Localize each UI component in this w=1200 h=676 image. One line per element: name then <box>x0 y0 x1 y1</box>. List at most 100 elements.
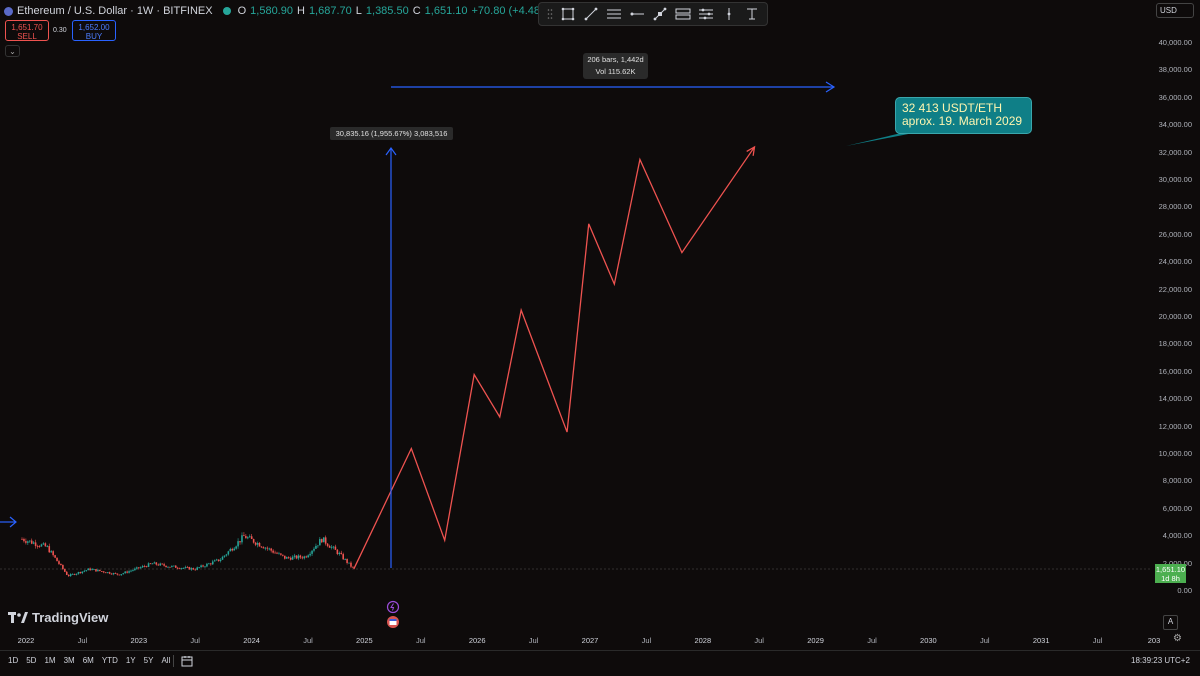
ohlc-open-value: 1,580.90 <box>250 5 293 17</box>
buy-button[interactable]: 1,652.00 BUY <box>72 20 116 41</box>
candle-body <box>284 556 286 559</box>
candle <box>179 568 181 570</box>
candle <box>305 556 307 559</box>
timeframe-3m[interactable]: 3M <box>64 656 75 665</box>
grip-icon[interactable] <box>547 6 553 22</box>
time-axis-tick: 2025 <box>356 636 373 645</box>
trend-line-icon[interactable] <box>583 6 599 22</box>
candle <box>165 565 167 567</box>
time-axis-tick: 2031 <box>1033 636 1050 645</box>
candle <box>187 566 189 568</box>
candle-body <box>210 563 212 564</box>
candle-body <box>243 535 245 536</box>
time-axis-tick: Jul <box>78 636 88 645</box>
timeframe-1m[interactable]: 1M <box>44 656 55 665</box>
ohlc-open-key: O <box>238 5 247 17</box>
candle <box>350 561 352 568</box>
candle <box>113 573 115 575</box>
horizontal-ray-icon[interactable] <box>629 6 645 22</box>
vertical-line-icon[interactable] <box>721 6 737 22</box>
candle <box>37 545 39 549</box>
candle-body <box>235 546 237 548</box>
candle <box>115 572 117 573</box>
candle-body <box>47 546 49 547</box>
sell-button[interactable]: 1,651.70 SELL <box>5 20 49 41</box>
date-range-bars: 206 bars, 1,442d <box>583 54 648 66</box>
candle-body <box>33 542 35 543</box>
candle-body <box>66 572 68 575</box>
candle-body <box>43 543 45 544</box>
candle-body <box>352 567 354 568</box>
candle <box>126 571 128 574</box>
ohlc-low-key: L <box>356 5 362 17</box>
info-line-icon[interactable] <box>652 6 668 22</box>
timeframe-5d[interactable]: 5D <box>26 656 36 665</box>
candle-body <box>315 546 317 549</box>
candle-body <box>200 565 202 567</box>
price-axis-tick: 38,000.00 <box>1159 65 1192 74</box>
timeframe-1y[interactable]: 1Y <box>126 656 136 665</box>
candle <box>50 550 52 553</box>
candle-body <box>294 556 296 557</box>
timeframe-ytd[interactable]: YTD <box>102 656 118 665</box>
ohlc-close-value: 1,651.10 <box>425 5 468 17</box>
candle-body <box>37 546 39 547</box>
timeframe-5y[interactable]: 5Y <box>144 656 154 665</box>
candle <box>120 574 122 576</box>
candle <box>325 536 327 546</box>
price-axis-tick: 26,000.00 <box>1159 230 1192 239</box>
gear-icon[interactable]: ⚙ <box>1173 633 1182 644</box>
candle-body <box>122 573 124 574</box>
auto-scale-button[interactable]: A <box>1163 615 1178 630</box>
timeframe-1d[interactable]: 1D <box>8 656 18 665</box>
candle <box>288 556 290 559</box>
candle-body <box>337 550 339 554</box>
price-range-icon[interactable] <box>675 6 691 22</box>
timeframe-6m[interactable]: 6M <box>83 656 94 665</box>
currency-selector[interactable]: USD <box>1156 3 1194 18</box>
date-price-range-icon[interactable] <box>698 6 714 22</box>
candle <box>210 563 212 566</box>
tradingview-logo[interactable]: TradingView <box>8 610 108 625</box>
rectangle-icon[interactable] <box>560 6 576 22</box>
candle <box>132 570 134 572</box>
target-callout[interactable]: 32 413 USDT/ETH aprox. 19. March 2029 <box>895 97 1032 134</box>
candle <box>270 548 272 553</box>
candle-body <box>35 542 37 546</box>
candle-body <box>228 551 230 554</box>
candle <box>216 559 218 561</box>
text-cursor-icon[interactable] <box>744 6 760 22</box>
calendar-icon[interactable] <box>181 655 193 670</box>
candle-body <box>212 561 214 564</box>
candle <box>284 556 286 560</box>
collapse-legend-button[interactable]: ⌄ <box>5 45 20 57</box>
candle <box>189 567 191 570</box>
parallel-channel-icon[interactable] <box>606 6 622 22</box>
candle <box>202 565 204 568</box>
candle <box>27 541 29 545</box>
candle <box>159 563 161 566</box>
candle <box>204 566 206 568</box>
candle-body <box>266 548 268 549</box>
candle-body <box>251 536 253 539</box>
candle-body <box>339 553 341 554</box>
ohlc-high-value: 1,687.70 <box>309 5 352 17</box>
clock[interactable]: 18:39:23 UTC+2 <box>1131 656 1190 665</box>
candle-body <box>259 543 261 547</box>
candle <box>31 539 33 545</box>
candle <box>307 554 309 558</box>
candle-body <box>27 541 29 542</box>
candle-body <box>62 565 64 569</box>
candle-body <box>78 572 80 574</box>
symbol-title[interactable]: Ethereum / U.S. Dollar · 1W · BITFINEX <box>17 5 213 17</box>
callout-line-2: aprox. 19. March 2029 <box>902 115 1031 128</box>
projection-path <box>354 147 755 569</box>
candle <box>228 551 230 556</box>
candle <box>48 544 50 553</box>
candle <box>196 566 198 570</box>
candle <box>23 538 25 543</box>
timeframe-all[interactable]: All <box>161 656 170 665</box>
candle-body <box>39 546 41 547</box>
price-axis-tick: 28,000.00 <box>1159 202 1192 211</box>
candle-body <box>300 556 302 558</box>
